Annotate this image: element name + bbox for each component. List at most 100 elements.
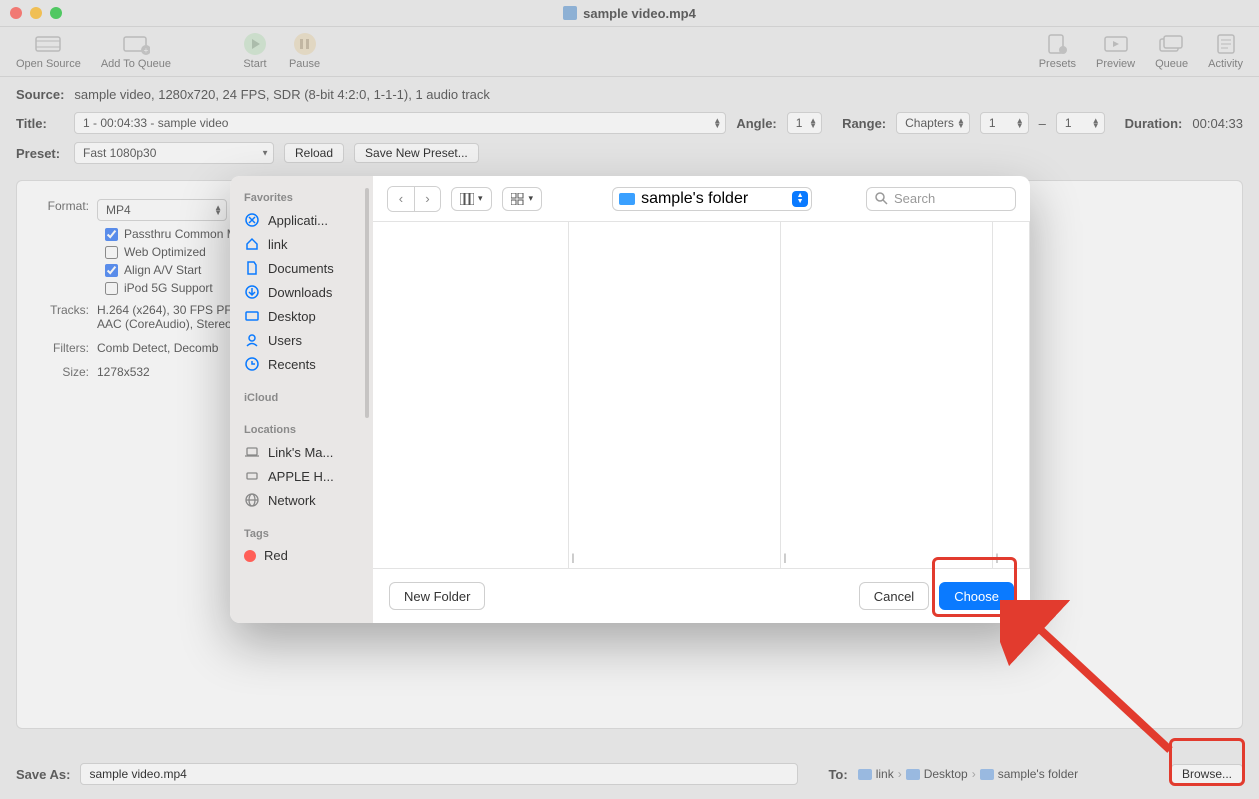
sidebar-item-applications[interactable]: Applicati... [230, 208, 373, 232]
title-row: Title: 1 - 00:04:33 - sample video▲▼ Ang… [0, 108, 1259, 138]
title-label: Title: [16, 116, 64, 131]
current-folder-label: sample's folder [641, 190, 748, 208]
source-info: Source: sample video, 1280x720, 24 FPS, … [0, 77, 1259, 108]
columns-icon [460, 193, 474, 205]
view-columns-button[interactable]: ▾ [451, 187, 492, 211]
nav-forward-button[interactable]: › [414, 187, 440, 211]
tags-header: Tags [230, 522, 373, 544]
search-icon [875, 192, 888, 205]
add-to-queue-label: Add To Queue [101, 58, 171, 70]
save-new-preset-button[interactable]: Save New Preset... [354, 143, 479, 163]
file-column-view[interactable]: || || || [373, 222, 1030, 568]
start-button[interactable]: Start [231, 33, 279, 70]
svg-text:+: + [144, 46, 149, 55]
title-select[interactable]: 1 - 00:04:33 - sample video▲▼ [74, 112, 726, 134]
cancel-button[interactable]: Cancel [859, 582, 929, 610]
desktop-icon [244, 308, 260, 324]
home-icon [244, 236, 260, 252]
range-sep: – [1039, 116, 1046, 131]
format-select[interactable]: MP4▲▼ [97, 199, 227, 221]
titlebar: sample video.mp4 [0, 0, 1259, 27]
search-placeholder: Search [894, 191, 935, 206]
tag-dot-icon [244, 550, 256, 562]
filters-value: Comb Detect, Decomb [97, 341, 218, 355]
duration-label: Duration: [1125, 116, 1183, 131]
laptop-icon [244, 444, 260, 460]
destination-path[interactable]: link› Desktop› sample's folder [858, 767, 1078, 781]
sidebar-item-link[interactable]: link [230, 232, 373, 256]
folder-icon [980, 769, 994, 780]
search-input[interactable]: Search [866, 187, 1016, 211]
format-label: Format: [35, 199, 97, 213]
globe-icon [244, 492, 260, 508]
angle-select[interactable]: 1▲▼ [787, 112, 822, 134]
updown-icon: ▲▼ [792, 191, 808, 207]
tracks-label: Tracks: [35, 303, 97, 317]
grid-icon [511, 193, 525, 205]
choose-button[interactable]: Choose [939, 582, 1014, 610]
pause-label: Pause [289, 58, 320, 70]
queue-label: Queue [1155, 58, 1188, 70]
preview-label: Preview [1096, 58, 1135, 70]
view-grouping-button[interactable]: ▾ [502, 187, 543, 211]
open-source-label: Open Source [16, 58, 81, 70]
folder-icon [906, 769, 920, 780]
sidebar-item-network[interactable]: Network [230, 488, 373, 512]
file-picker-dialog: Favorites Applicati... link Documents Do… [230, 176, 1030, 623]
folder-icon [619, 193, 635, 205]
icloud-header: iCloud [230, 386, 373, 408]
range-from-select[interactable]: 1▲▼ [980, 112, 1029, 134]
file-icon [563, 6, 577, 20]
duration-value: 00:04:33 [1192, 116, 1243, 131]
add-to-queue-button[interactable]: + Add To Queue [91, 33, 181, 70]
footer-bar: Save As: To: link› Desktop› sample's fol… [0, 749, 1259, 799]
presets-button[interactable]: Presets [1029, 33, 1086, 70]
browse-button[interactable]: Browse... [1171, 764, 1243, 784]
nav-back-button[interactable]: ‹ [388, 187, 414, 211]
range-type-select[interactable]: Chapters▲▼ [896, 112, 970, 134]
sidebar-item-links-mac[interactable]: Link's Ma... [230, 440, 373, 464]
preview-button[interactable]: Preview [1086, 33, 1145, 70]
clock-icon [244, 356, 260, 372]
file-picker-footer: New Folder Cancel Choose [373, 568, 1030, 623]
sidebar-item-downloads[interactable]: Downloads [230, 280, 373, 304]
new-folder-button[interactable]: New Folder [389, 582, 485, 610]
presets-label: Presets [1039, 58, 1076, 70]
sidebar-item-documents[interactable]: Documents [230, 256, 373, 280]
main-toolbar: Open Source + Add To Queue Start Pause P… [0, 27, 1259, 77]
users-icon [244, 332, 260, 348]
to-label: To: [828, 767, 847, 782]
sidebar-item-desktop[interactable]: Desktop [230, 304, 373, 328]
window-title: sample video.mp4 [0, 6, 1259, 21]
open-source-button[interactable]: Open Source [6, 33, 91, 70]
size-value: 1278x532 [97, 365, 150, 379]
activity-button[interactable]: Activity [1198, 33, 1253, 70]
reload-button[interactable]: Reload [284, 143, 344, 163]
sidebar-tag-red[interactable]: Red [230, 544, 373, 567]
sidebar-item-recents[interactable]: Recents [230, 352, 373, 376]
tracks-value-1: H.264 (x264), 30 FPS PFR [97, 303, 240, 317]
saveas-input[interactable] [80, 763, 798, 785]
filters-label: Filters: [35, 341, 97, 355]
angle-label: Angle: [736, 116, 776, 131]
queue-button[interactable]: Queue [1145, 33, 1198, 70]
size-label: Size: [35, 365, 97, 379]
current-folder-dropdown[interactable]: sample's folder ▲▼ [612, 187, 812, 211]
sidebar-item-apple-hd[interactable]: APPLE H... [230, 464, 373, 488]
range-to-select[interactable]: 1▲▼ [1056, 112, 1105, 134]
preset-select[interactable]: Fast 1080p30▼ [74, 142, 274, 164]
disk-icon [244, 468, 260, 484]
preset-row: Preset: Fast 1080p30▼ Reload Save New Pr… [0, 138, 1259, 168]
activity-label: Activity [1208, 58, 1243, 70]
nav-back-forward: ‹ › [387, 186, 441, 212]
file-picker-toolbar: ‹ › ▾ ▾ sample's folder ▲▼ Search [373, 176, 1030, 222]
download-icon [244, 284, 260, 300]
sidebar-item-users[interactable]: Users [230, 328, 373, 352]
file-picker-sidebar: Favorites Applicati... link Documents Do… [230, 176, 373, 623]
tracks-value-2: AAC (CoreAudio), Stereo [97, 317, 240, 331]
range-label: Range: [842, 116, 886, 131]
folder-icon [858, 769, 872, 780]
pause-button[interactable]: Pause [279, 33, 330, 70]
source-value: sample video, 1280x720, 24 FPS, SDR (8-b… [74, 87, 490, 102]
document-icon [244, 260, 260, 276]
